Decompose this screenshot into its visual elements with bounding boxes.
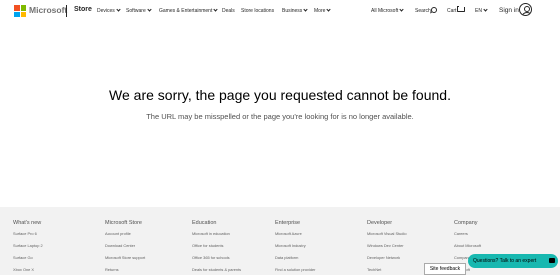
footer-link[interactable]: Returns <box>105 267 145 279</box>
chat-bubble-icon <box>549 258 555 263</box>
site-header: Microsoft Store Devices Software Games &… <box>0 0 560 22</box>
chat-expert-button[interactable]: Questions? Talk to an expert <box>468 254 558 268</box>
chevron-down-icon <box>483 7 488 12</box>
error-subtext: The URL may be misspelled or the page yo… <box>146 112 414 121</box>
site-feedback-button[interactable]: Site feedback <box>424 263 466 275</box>
footer-link[interactable]: Data platform <box>275 255 315 267</box>
footer-column-whats-new: What's new Surface Pro 6 Surface Laptop … <box>13 220 43 279</box>
footer-column-microsoft-store: Microsoft Store Account profile Download… <box>105 220 145 279</box>
footer-column-developer: Developer Microsoft Visual Studio Window… <box>367 220 407 279</box>
footer-link[interactable]: Careers <box>454 231 481 243</box>
footer-link[interactable]: Deals for students & parents <box>192 267 241 279</box>
footer-column-enterprise: Enterprise Microsoft Azure Microsoft Ind… <box>275 220 315 279</box>
footer-link[interactable]: Microsoft in education <box>192 231 241 243</box>
all-microsoft-menu[interactable]: All Microsoft <box>371 7 404 14</box>
footer-column-title: Developer <box>367 220 393 226</box>
footer-link[interactable]: Microsoft Industry <box>275 243 315 255</box>
footer-link[interactable]: Windows Dev Center <box>367 243 407 255</box>
footer-link[interactable]: Microsoft Visual Studio <box>367 231 407 243</box>
sign-in-link[interactable]: Sign in <box>499 7 519 14</box>
cart-icon[interactable] <box>457 6 465 12</box>
footer-link[interactable]: Microsoft Store support <box>105 255 145 267</box>
footer-link[interactable]: Xbox One X <box>13 267 43 279</box>
chevron-down-icon <box>147 7 152 12</box>
footer-column-title: Enterprise <box>275 220 301 226</box>
nav-devices[interactable]: Devices <box>97 7 121 14</box>
search-icon[interactable] <box>431 7 437 13</box>
nav-business[interactable]: Business <box>282 7 308 14</box>
chevron-down-icon <box>303 7 308 12</box>
footer-link[interactable]: Account profile <box>105 231 145 243</box>
footer-column-title: Education <box>192 220 217 226</box>
error-headline: We are sorry, the page you requested can… <box>109 87 451 103</box>
nav-games-entertainment[interactable]: Games & Entertainment <box>159 7 218 14</box>
cart-label[interactable]: Cart <box>447 8 456 14</box>
chevron-down-icon <box>399 7 404 12</box>
chevron-down-icon <box>326 7 332 12</box>
header-divider <box>66 5 67 17</box>
footer-link[interactable]: Developer Network <box>367 255 407 267</box>
footer-column-title: Microsoft Store <box>105 220 142 226</box>
footer-column-education: Education Microsoft in education Office … <box>192 220 241 279</box>
language-selector[interactable]: EN <box>475 7 488 14</box>
footer-link[interactable]: Surface Pro 6 <box>13 231 43 243</box>
chat-label: Questions? Talk to an expert <box>473 258 537 264</box>
brand-name[interactable]: Microsoft <box>29 5 67 15</box>
footer-link[interactable]: Office 365 for schools <box>192 255 241 267</box>
account-icon[interactable] <box>519 3 532 16</box>
store-link[interactable]: Store <box>74 6 92 13</box>
footer-link[interactable]: Find a solution provider <box>275 267 315 279</box>
footer-link[interactable]: TechNet <box>367 267 407 279</box>
footer-link[interactable]: Microsoft Azure <box>275 231 315 243</box>
footer-link[interactable]: Surface Laptop 2 <box>13 243 43 255</box>
footer-column-title: What's new <box>13 220 42 226</box>
footer-link[interactable]: Download Center <box>105 243 145 255</box>
microsoft-logo-icon[interactable] <box>14 5 26 17</box>
nav-store-locations[interactable]: Store locations <box>241 8 274 14</box>
footer-link[interactable]: Surface Go <box>13 255 43 267</box>
chevron-down-icon <box>116 7 121 12</box>
nav-software[interactable]: Software <box>126 7 152 14</box>
search-label[interactable]: Search <box>415 8 431 14</box>
nav-deals[interactable]: Deals <box>222 8 235 14</box>
footer-link[interactable]: Office for students <box>192 243 241 255</box>
footer-column-title: Company <box>454 220 478 226</box>
chevron-down-icon <box>213 7 218 12</box>
nav-more[interactable]: More <box>314 7 332 14</box>
